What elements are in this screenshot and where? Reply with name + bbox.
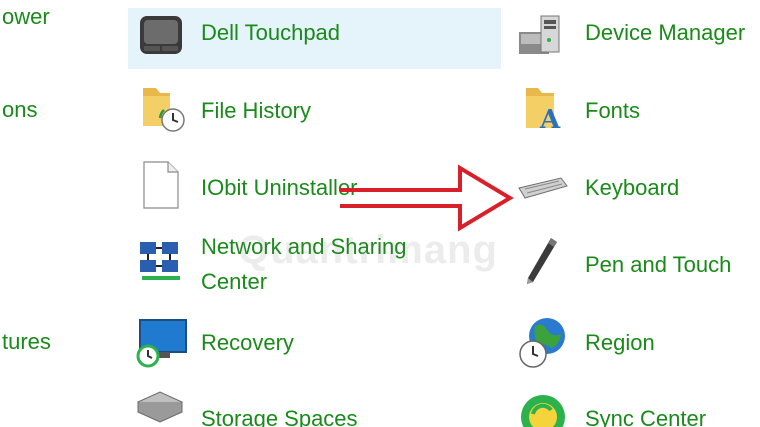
item-region[interactable]: Region <box>512 312 760 373</box>
fonts-folder-icon: A <box>522 84 572 135</box>
storage-icon <box>134 390 184 427</box>
pen-icon <box>517 234 567 284</box>
item-label: File History <box>201 98 312 123</box>
svg-text:A: A <box>539 105 561 134</box>
item-network-sharing-center[interactable]: Network and Sharing Center <box>128 228 501 300</box>
item-label: Device Manager <box>585 20 746 45</box>
item-device-manager[interactable]: Device Manager <box>512 8 760 69</box>
item-label-line1: Network and Sharing <box>201 234 407 259</box>
item-label: Sync Center <box>585 406 707 427</box>
left-item-partial-3[interactable]: tures <box>2 325 51 358</box>
item-fonts[interactable]: A Fonts <box>512 80 760 141</box>
device-manager-icon <box>517 12 567 62</box>
globe-clock-icon <box>517 316 567 368</box>
item-file-history[interactable]: File History <box>128 80 501 141</box>
item-label: Recovery <box>201 330 294 355</box>
file-history-icon <box>140 84 190 134</box>
sync-icon <box>518 392 568 427</box>
left-item-partial-1[interactable]: ower <box>2 0 50 33</box>
item-pen-and-touch[interactable]: Pen and Touch <box>512 232 760 293</box>
item-iobit-uninstaller[interactable]: IObit Uninstaller <box>128 156 501 217</box>
item-label-line2: Center <box>201 269 268 294</box>
item-label: Keyboard <box>585 175 680 200</box>
item-recovery[interactable]: Recovery <box>128 312 501 373</box>
item-label: Fonts <box>585 98 641 123</box>
touchpad-icon <box>136 12 186 62</box>
left-item-partial-2[interactable]: ons <box>2 93 37 126</box>
blank-document-icon <box>140 160 190 210</box>
item-label: IObit Uninstaller <box>201 175 358 200</box>
network-icon <box>136 238 186 288</box>
recovery-icon <box>134 318 187 368</box>
item-label: Region <box>585 330 655 355</box>
item-keyboard[interactable]: Keyboard <box>512 156 760 217</box>
item-label: Pen and Touch <box>585 252 732 277</box>
item-label: Dell Touchpad <box>201 20 341 45</box>
item-storage-spaces[interactable]: Storage Spaces <box>128 388 501 427</box>
keyboard-icon <box>517 164 568 214</box>
item-sync-center[interactable]: Sync Center <box>512 388 760 427</box>
item-label: Storage Spaces <box>201 406 358 427</box>
item-dell-touchpad[interactable]: Dell Touchpad <box>128 8 501 69</box>
